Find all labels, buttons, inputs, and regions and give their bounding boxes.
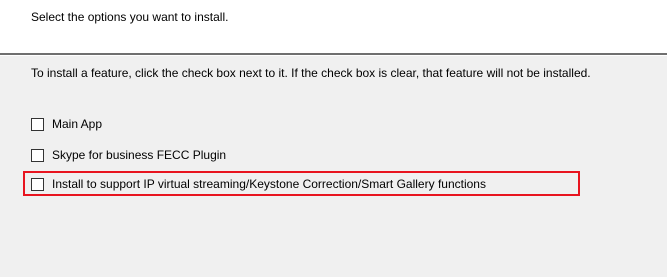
option-label: Install to support IP virtual streaming/… [52, 177, 486, 191]
fecc-plugin-checkbox[interactable] [31, 148, 44, 162]
header-panel: Select the options you want to install. [0, 0, 667, 53]
ip-virtual-streaming-checkbox[interactable] [31, 177, 44, 191]
main-app-checkbox[interactable] [31, 117, 44, 131]
header-divider-highlight [0, 55, 667, 56]
option-main-app[interactable]: Main App [31, 117, 102, 131]
instructions-text: To install a feature, click the check bo… [31, 66, 591, 80]
option-label: Skype for business FECC Plugin [52, 148, 227, 162]
option-label: Main App [52, 117, 103, 131]
header-text: Select the options you want to install. [31, 10, 229, 24]
option-fecc-plugin[interactable]: Skype for business FECC Plugin [31, 148, 226, 162]
option-ip-virtual-streaming[interactable]: Install to support IP virtual streaming/… [31, 177, 486, 191]
